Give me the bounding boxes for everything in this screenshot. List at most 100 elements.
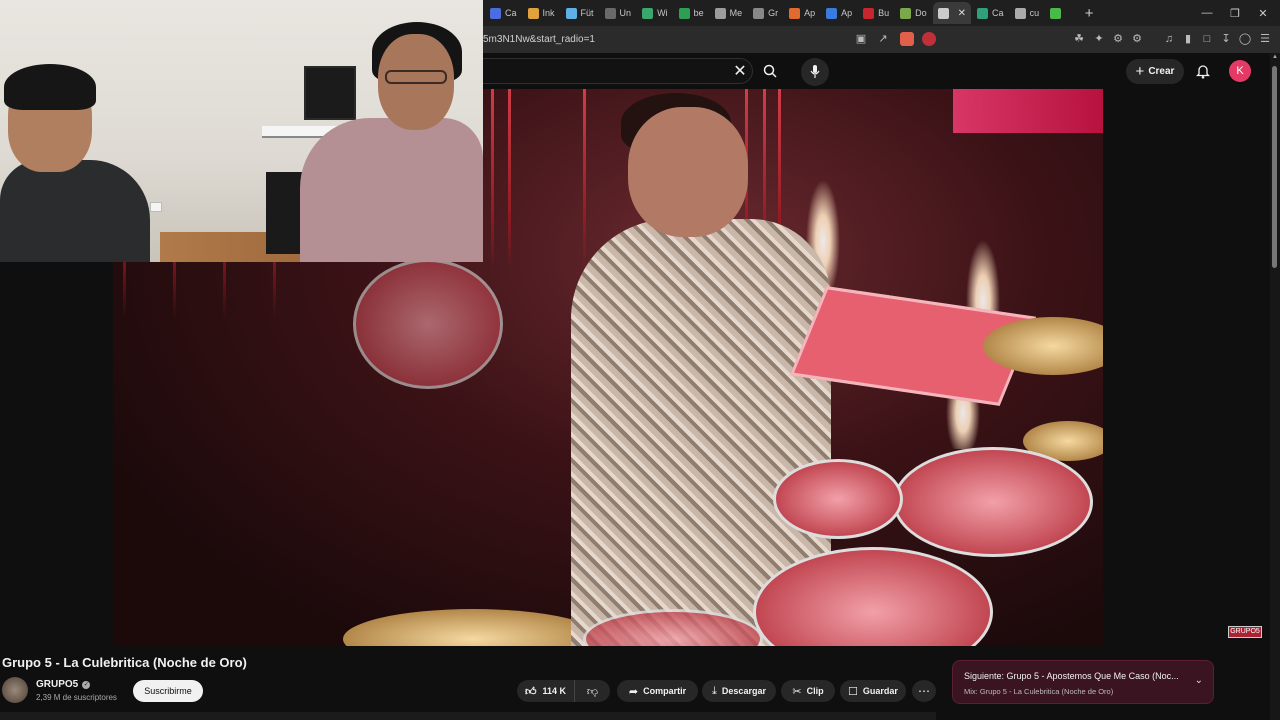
- verified-icon: ✓: [82, 680, 91, 689]
- search-icon[interactable]: [760, 61, 780, 81]
- share-button[interactable]: ➦ Compartir: [617, 680, 698, 702]
- bell-icon[interactable]: [1193, 61, 1213, 81]
- browser-tab[interactable]: Do: [895, 2, 932, 24]
- wallet-icon[interactable]: □: [1200, 32, 1214, 46]
- vpn-shield-icon[interactable]: ◯: [1238, 32, 1252, 46]
- url-text[interactable]: 5m3N1Nw&start_radio=1: [483, 34, 595, 45]
- tab-label: Un: [619, 8, 632, 18]
- extension-leaf-icon[interactable]: ☘: [1072, 32, 1086, 46]
- tab-favicon-icon: [714, 7, 726, 19]
- scissors-icon: ✂: [792, 685, 802, 698]
- browser-tab[interactable]: Ca: [485, 2, 522, 24]
- create-button[interactable]: + Crear: [1126, 59, 1184, 84]
- clip-button[interactable]: ✂ Clip: [781, 680, 835, 702]
- channel-watermark[interactable]: GRUPO5: [1228, 626, 1262, 638]
- tab-label: Me: [729, 8, 743, 18]
- subscribe-button[interactable]: Suscribirme: [133, 680, 203, 702]
- tab-favicon-icon: [678, 7, 690, 19]
- tab-favicon-icon: [1050, 7, 1062, 19]
- tab-label: Ca: [992, 8, 1004, 18]
- mic-button[interactable]: [801, 58, 829, 86]
- like-count: 114 K: [542, 686, 567, 696]
- extension-shield-icon[interactable]: [922, 32, 936, 46]
- close-window-icon[interactable]: ✕: [1248, 0, 1278, 26]
- browser-tab[interactable]: [1045, 2, 1070, 24]
- account-avatar[interactable]: K: [1229, 60, 1251, 82]
- dislike-button[interactable]: 👎︎: [575, 685, 610, 698]
- browser-tab[interactable]: Ap: [784, 2, 820, 24]
- thumbs-down-icon: 👎︎: [586, 685, 599, 698]
- tab-favicon-icon: [937, 7, 949, 19]
- up-next-card[interactable]: Siguiente: Grupo 5 - Apostemos Que Me Ca…: [952, 660, 1214, 704]
- browser-tab[interactable]: Un: [600, 2, 637, 24]
- horizontal-scrollbar[interactable]: [0, 712, 936, 720]
- tab-favicon-icon: [789, 7, 801, 19]
- sidebar-icon[interactable]: ▮: [1181, 32, 1195, 46]
- channel-name[interactable]: GRUPO5: [36, 679, 78, 690]
- person-left: [0, 160, 150, 262]
- extension-brave-icon[interactable]: [900, 32, 914, 46]
- browser-tab[interactable]: Füt: [561, 2, 599, 24]
- screen: Ca Ink Füt Un Wi be Me Gr Ap Ap Bu Do ✕ Ca cu + — ❐ ✕ 5…: [0, 0, 1280, 720]
- new-tab-icon[interactable]: +: [1079, 5, 1099, 22]
- glasses: [385, 70, 447, 84]
- background-monitor: [304, 66, 356, 120]
- tab-label: Gr: [768, 8, 779, 18]
- clip-label: Clip: [806, 686, 824, 696]
- tab-label: Ap: [804, 8, 816, 18]
- browser-tab[interactable]: Bu: [858, 2, 894, 24]
- webcam-overlay: [0, 0, 483, 262]
- menu-icon[interactable]: ☰: [1258, 32, 1272, 46]
- download-button[interactable]: ⤓ Descargar: [702, 680, 776, 702]
- tab-favicon-icon: [900, 7, 912, 19]
- chevron-down-icon[interactable]: ⌄: [1195, 675, 1203, 686]
- thumbs-up-icon: 👍︎: [525, 685, 537, 698]
- channel-avatar[interactable]: [2, 677, 28, 703]
- clear-search-icon[interactable]: ✕: [731, 62, 749, 80]
- like-button[interactable]: 👍︎ 114 K: [517, 680, 575, 702]
- download-tray-icon[interactable]: ↧: [1219, 32, 1233, 46]
- tab-favicon-icon: [565, 7, 577, 19]
- browser-tab[interactable]: Ap: [821, 2, 857, 24]
- like-dislike-group: 👍︎ 114 K 👎︎: [517, 680, 610, 702]
- stage-light: [508, 89, 511, 269]
- browser-tab-bar: Ca Ink Füt Un Wi be Me Gr Ap Ap Bu Do ✕ Ca cu +: [483, 0, 1280, 26]
- scroll-up-icon[interactable]: ▲: [1271, 54, 1279, 62]
- tab-label: Do: [915, 8, 927, 18]
- download-label: Descargar: [721, 686, 766, 696]
- person-right: [300, 118, 483, 262]
- up-next-title[interactable]: Siguiente: Grupo 5 - Apostemos Que Me Ca…: [964, 671, 1179, 681]
- channel-name-row[interactable]: GRUPO5 ✓: [36, 679, 91, 690]
- tab-favicon-icon: [527, 7, 539, 19]
- extensions-puzzle-icon[interactable]: ⚙: [1111, 32, 1125, 46]
- browser-tab[interactable]: Me: [710, 2, 748, 24]
- tab-favicon-icon: [977, 7, 989, 19]
- browser-tab[interactable]: Wi: [637, 2, 673, 24]
- more-horizontal-icon: ⋯: [918, 684, 930, 698]
- search-input[interactable]: [483, 58, 753, 84]
- extension-star-icon[interactable]: ✦: [1092, 32, 1106, 46]
- create-label: Crear: [1148, 66, 1175, 77]
- close-tab-icon[interactable]: ✕: [958, 8, 966, 19]
- maximize-icon[interactable]: ❐: [1220, 0, 1250, 26]
- browser-tab[interactable]: Gr: [748, 2, 783, 24]
- bookmark-icon: ☐: [848, 685, 858, 698]
- minimize-icon[interactable]: —: [1192, 0, 1222, 26]
- browser-tab[interactable]: ✕: [932, 2, 972, 24]
- stage-light: [491, 89, 494, 269]
- browser-tab[interactable]: be: [674, 2, 709, 24]
- share-page-icon[interactable]: ↗: [876, 32, 890, 46]
- browser-tab[interactable]: cu: [1010, 2, 1045, 24]
- cast-icon[interactable]: ▣: [854, 32, 868, 46]
- tab-label: Füt: [580, 8, 594, 18]
- background-pc: [266, 172, 302, 254]
- music-icon[interactable]: ♫: [1162, 32, 1176, 46]
- more-actions-button[interactable]: ⋯: [912, 680, 936, 702]
- cymbal: [343, 609, 603, 646]
- save-button[interactable]: ☐ Guardar: [840, 680, 906, 702]
- tab-favicon-icon: [863, 7, 875, 19]
- scrollbar-thumb[interactable]: [1272, 66, 1277, 268]
- browser-tab[interactable]: Ca: [972, 2, 1009, 24]
- gear-icon[interactable]: ⚙: [1130, 32, 1144, 46]
- browser-tab[interactable]: Ink: [523, 2, 560, 24]
